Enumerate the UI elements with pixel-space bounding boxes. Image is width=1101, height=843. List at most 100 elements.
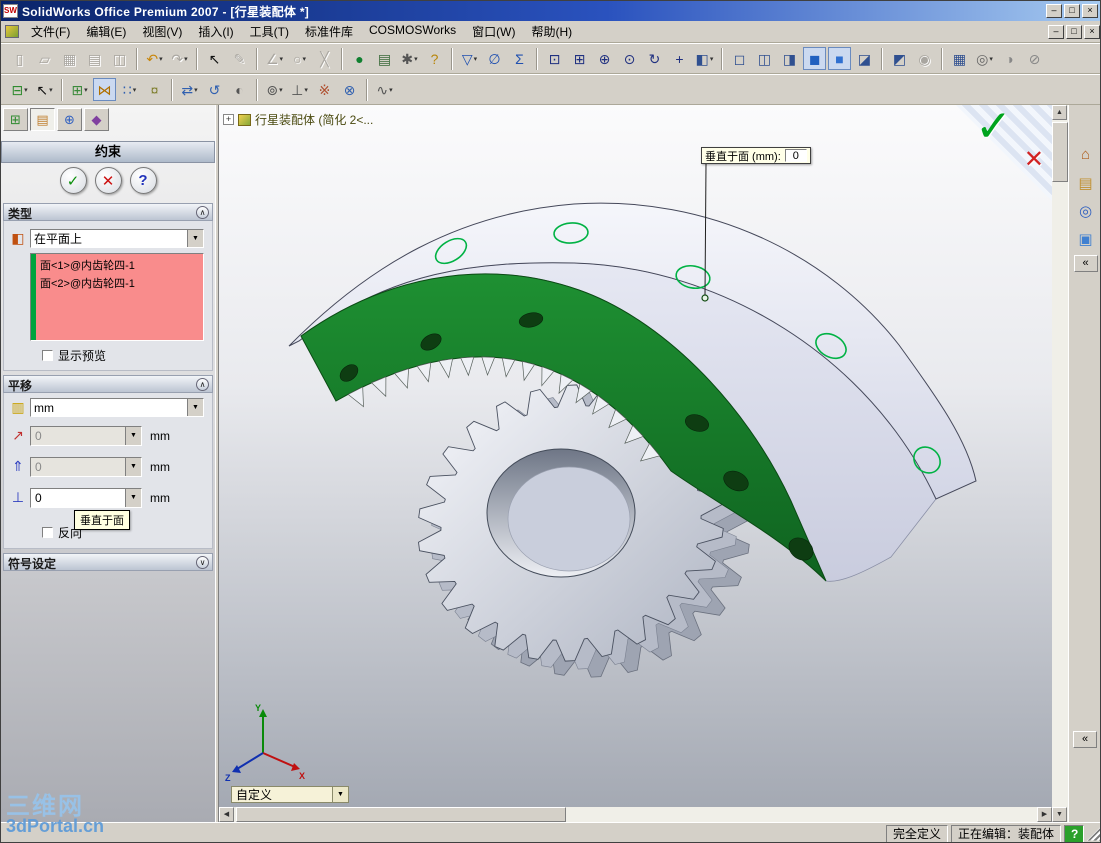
graphics-viewport[interactable]: Y X Z + 行星装配体 (简化 2<... 垂直于面 (mm): 0 ✓ ✕… xyxy=(219,105,1052,807)
solidworks-resources-tab[interactable]: ⌂ xyxy=(1072,142,1099,167)
zoom-to-area-button[interactable]: ⊞ xyxy=(568,47,591,70)
standard-views-button[interactable]: ◧ ▾ xyxy=(693,47,716,70)
vertical-scroll-thumb[interactable] xyxy=(1052,122,1068,182)
assembly-features-dropdown-arrow-icon[interactable]: ▾ xyxy=(279,86,283,94)
feature-tree-flyout[interactable]: + 行星装配体 (简化 2<... xyxy=(223,111,373,128)
featuremanager-flyout-button[interactable]: ⊟ ▾ xyxy=(8,78,31,101)
redo-dropdown-arrow-icon[interactable]: ▾ xyxy=(184,55,188,63)
restore-button[interactable]: □ xyxy=(1064,4,1080,18)
zoom-in-out-button[interactable]: ⊕ xyxy=(593,47,616,70)
rotate-view-button[interactable]: ↻ xyxy=(643,47,666,70)
confirm-cancel-icon[interactable]: ✕ xyxy=(1024,145,1044,174)
menu-window[interactable]: 窗口(W) xyxy=(464,21,523,42)
edit-color-button[interactable]: ◑ xyxy=(998,47,1021,70)
menu-insert[interactable]: 插入(I) xyxy=(190,21,241,42)
propertymanager-tab[interactable]: ▤ xyxy=(30,108,55,131)
select-button[interactable]: ↖ xyxy=(203,47,226,70)
mate-type-select[interactable]: 在平面上 ▼ xyxy=(30,229,204,248)
options-dropdown-arrow-icon[interactable]: ▾ xyxy=(414,55,418,63)
insert-component-dropdown-arrow-icon[interactable]: ▾ xyxy=(84,86,88,94)
scroll-down-icon[interactable]: ▼ xyxy=(1052,807,1067,822)
toggle-display-button[interactable]: ⊘ xyxy=(1023,47,1046,70)
tree-expander-icon[interactable]: + xyxy=(223,114,234,125)
dropdown-arrow-icon[interactable]: ▼ xyxy=(187,230,203,247)
normal-distance-field[interactable]: 0 ▼ xyxy=(30,488,142,508)
mass-properties-button[interactable]: Σ xyxy=(508,47,531,70)
selection-filter-button[interactable]: ▽ ▾ xyxy=(458,47,481,70)
linear-component-pattern-dropdown-arrow-icon[interactable]: ▾ xyxy=(133,86,137,94)
horizontal-scrollbar[interactable]: ◀ ▶ xyxy=(219,807,1052,822)
rebuild-button[interactable]: ● xyxy=(348,47,371,70)
document-icon[interactable] xyxy=(5,25,19,38)
horizontal-scroll-thumb[interactable] xyxy=(236,807,566,822)
chevron-up-icon[interactable]: ∧ xyxy=(196,378,209,391)
hidden-lines-removed-button[interactable]: ◨ xyxy=(778,47,801,70)
task-pane-collapse-button[interactable]: « xyxy=(1073,255,1098,272)
menu-file[interactable]: 文件(F) xyxy=(23,21,78,42)
pan-button[interactable]: + xyxy=(668,47,691,70)
reference-geometry-button[interactable]: ⊥ ▾ xyxy=(288,78,311,101)
callout-value[interactable]: 0 xyxy=(784,149,807,162)
view-orientation-button[interactable]: ▦ xyxy=(948,47,971,70)
close-button[interactable]: × xyxy=(1082,4,1098,18)
linear-component-pattern-button[interactable]: ∷ ▾ xyxy=(118,78,141,101)
menu-standard-parts[interactable]: 标准件库 xyxy=(297,21,361,42)
measure-button[interactable]: ∅ xyxy=(483,47,506,70)
zoom-to-selection-button[interactable]: ⊙ xyxy=(618,47,641,70)
file-explorer-tab[interactable]: ◎ xyxy=(1072,198,1099,223)
dropdown-arrow-icon[interactable]: ▼ xyxy=(332,787,348,802)
dimxpert-tab[interactable]: ◆ xyxy=(84,108,109,131)
smart-fasteners-button[interactable]: ¤ xyxy=(143,78,166,101)
apply-scene-dropdown-arrow-icon[interactable]: ▾ xyxy=(989,55,993,63)
shadows-in-shaded-mode-button[interactable]: ◪ xyxy=(853,47,876,70)
selection-list-item[interactable]: 面<1>@内齿轮四-1 xyxy=(36,256,203,274)
document-minimize-button[interactable]: – xyxy=(1048,24,1064,39)
simulation-dropdown-arrow-icon[interactable]: ▾ xyxy=(389,86,393,94)
quick-tips-help-button[interactable]: ? xyxy=(1064,824,1084,842)
design-library-tab[interactable]: ▤ xyxy=(1072,170,1099,195)
document-restore-button[interactable]: □ xyxy=(1066,24,1082,39)
smart-dimension-dropdown-arrow-icon[interactable]: ▾ xyxy=(280,55,284,63)
wireframe-button[interactable]: ◻ xyxy=(728,47,751,70)
file-properties-button[interactable]: ▤ xyxy=(373,47,396,70)
translate-section-header[interactable]: 平移 ∧ xyxy=(3,375,213,393)
show-hidden-components-button[interactable]: ◐ xyxy=(228,78,251,101)
minimize-button[interactable]: – xyxy=(1046,4,1062,18)
menu-help[interactable]: 帮助(H) xyxy=(523,21,580,42)
undo-button[interactable]: ↶ ▾ xyxy=(143,47,166,70)
shaded-with-edges-button[interactable]: ◼ xyxy=(803,47,826,70)
chevron-up-icon[interactable]: ∧ xyxy=(196,206,209,219)
featuremanager-flyout-dropdown-arrow-icon[interactable]: ▾ xyxy=(24,86,28,94)
view-palette-tab[interactable]: ▣ xyxy=(1072,226,1099,251)
selection-list-item[interactable]: 面<2>@内齿轮四-1 xyxy=(36,274,203,292)
dropdown-arrow-icon[interactable]: ▼ xyxy=(125,489,141,507)
move-component-button[interactable]: ⇄ ▾ xyxy=(178,78,201,101)
featuremanager-tab[interactable]: ⊞ xyxy=(3,108,28,131)
cancel-button[interactable]: ✕ xyxy=(94,167,122,194)
help-button[interactable]: ? xyxy=(129,167,157,194)
normal-distance-value[interactable]: 0 xyxy=(31,491,125,505)
rotate-component-button[interactable]: ↺ xyxy=(203,78,226,101)
select-flyout-dropdown-arrow-icon[interactable]: ▾ xyxy=(49,86,53,94)
standard-views-dropdown-arrow-icon[interactable]: ▾ xyxy=(710,55,714,63)
apply-scene-button[interactable]: ◎ ▾ xyxy=(973,47,996,70)
select-flyout-button[interactable]: ↖ ▾ xyxy=(33,78,56,101)
resize-grip[interactable] xyxy=(1087,826,1100,841)
assembly-tree-label[interactable]: 行星装配体 (简化 2<... xyxy=(255,111,373,128)
insert-component-button[interactable]: ⊞ ▾ xyxy=(68,78,91,101)
mate-button[interactable]: ⋈ xyxy=(93,78,116,101)
mate-selections-listbox[interactable]: 面<1>@内齿轮四-1 面<2>@内齿轮四-1 xyxy=(30,253,204,341)
options-button[interactable]: ✱ ▾ xyxy=(398,47,421,70)
reference-geometry-dropdown-arrow-icon[interactable]: ▾ xyxy=(304,86,308,94)
menu-tools[interactable]: 工具(T) xyxy=(242,21,297,42)
mate-distance-callout[interactable]: 垂直于面 (mm): 0 xyxy=(701,147,811,164)
chevron-down-icon[interactable]: ∨ xyxy=(196,556,209,569)
menu-view[interactable]: 视图(V) xyxy=(134,21,190,42)
scroll-right-icon[interactable]: ▶ xyxy=(1037,807,1052,822)
ok-button[interactable]: ✓ xyxy=(59,167,87,194)
sketch-entities-dropdown-arrow-icon[interactable]: ▾ xyxy=(302,55,306,63)
document-close-button[interactable]: × xyxy=(1084,24,1100,39)
help-button[interactable]: ? xyxy=(423,47,446,70)
type-section-header[interactable]: 类型 ∧ xyxy=(3,203,213,221)
simulation-button[interactable]: ∿ ▾ xyxy=(373,78,396,101)
